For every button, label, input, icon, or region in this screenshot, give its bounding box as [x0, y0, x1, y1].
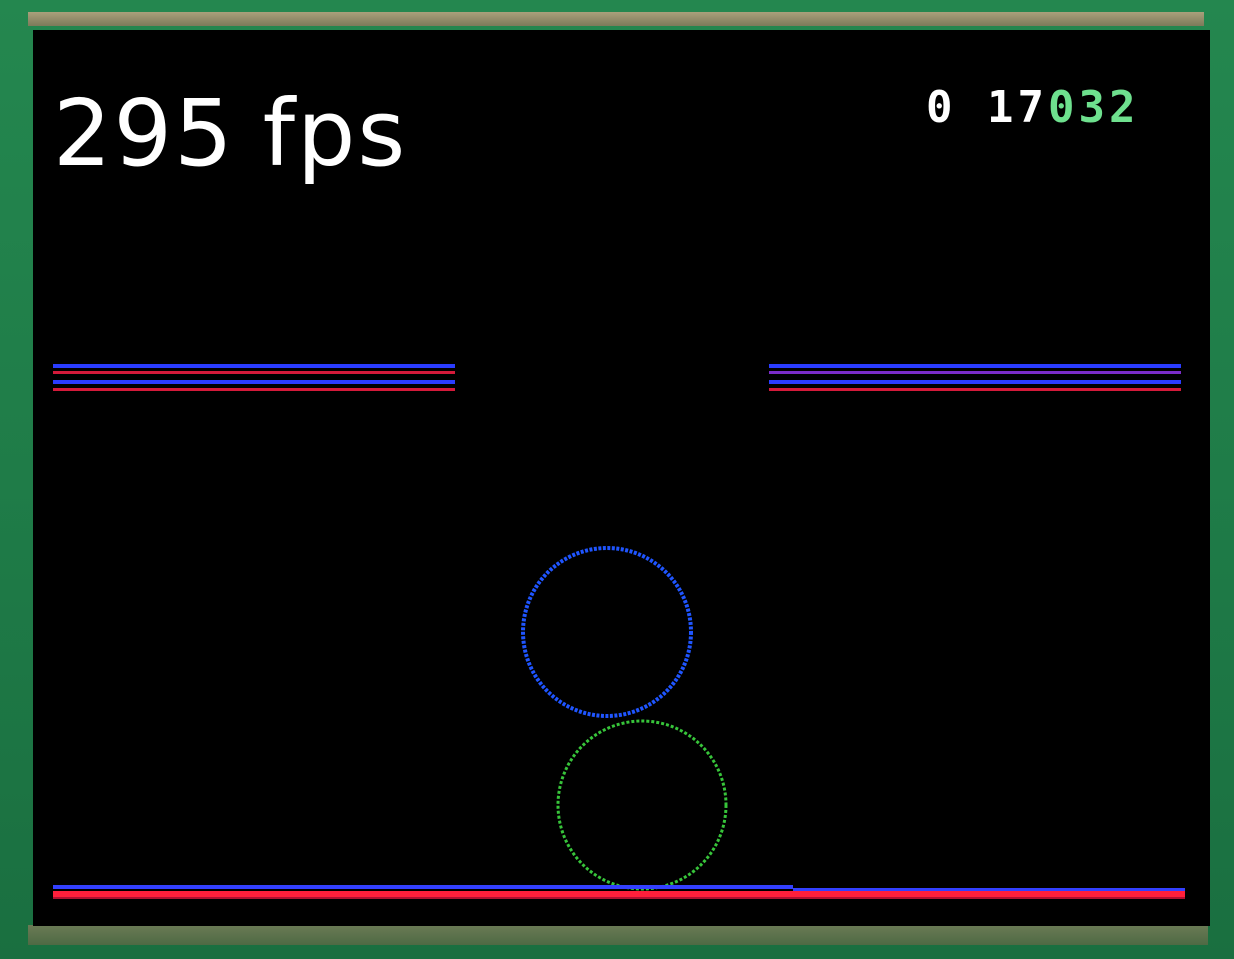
blue-ring — [521, 546, 693, 718]
playfield — [53, 364, 1185, 899]
floor-red-shadow — [53, 897, 1185, 899]
left-ledge-blue-top — [53, 364, 455, 368]
right-ledge — [769, 364, 1181, 391]
screen-bezel-top — [28, 12, 1204, 26]
floor-blue-left — [53, 885, 793, 889]
floor — [53, 885, 1185, 899]
right-ledge-blue-bottom — [769, 380, 1181, 384]
left-ledge-red-top — [53, 371, 455, 374]
left-ledge-blue-bottom — [53, 380, 455, 384]
green-ring — [556, 719, 728, 891]
right-ledge-red-bottom — [769, 388, 1181, 391]
right-ledge-purple-top — [769, 371, 1181, 374]
game-screen[interactable]: 295 fps 0 17032 — [33, 30, 1210, 926]
left-ledge — [53, 364, 455, 391]
floor-red — [53, 891, 1185, 897]
screen-bezel-bottom — [28, 925, 1208, 945]
left-ledge-red-bottom — [53, 388, 455, 391]
right-ledge-blue-top — [769, 364, 1181, 368]
